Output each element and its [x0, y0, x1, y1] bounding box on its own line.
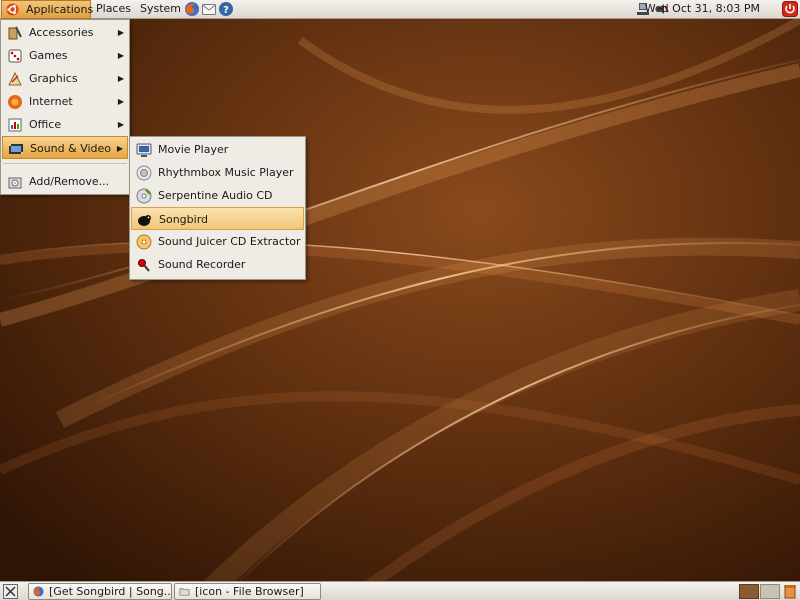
submenu-item-label: Sound Recorder — [158, 258, 246, 271]
menu-item-add-remove[interactable]: Add/Remove... — [2, 170, 128, 193]
applications-menu-label: Applications — [26, 3, 94, 16]
submenu-item-label: Rhythmbox Music Player — [158, 166, 294, 179]
submenu-item-rhythmbox[interactable]: Rhythmbox Music Player — [131, 161, 304, 184]
menu-item-games[interactable]: Games ▶ — [2, 44, 128, 67]
firefox-launcher-icon[interactable] — [184, 1, 200, 17]
system-menu[interactable]: System — [140, 0, 181, 19]
submenu-item-sound-juicer[interactable]: Sound Juicer CD Extractor — [131, 230, 304, 253]
cd-creator-icon — [136, 188, 152, 204]
cd-extractor-icon — [136, 234, 152, 250]
submenu-item-label: Songbird — [159, 213, 209, 226]
menu-item-label: Sound & Video — [30, 142, 112, 155]
submenu-item-movie-player[interactable]: Movie Player — [131, 138, 304, 161]
graphics-icon — [8, 71, 22, 86]
office-icon — [8, 118, 22, 132]
menu-item-label: Accessories — [29, 26, 94, 39]
submenu-item-songbird[interactable]: Songbird — [131, 207, 304, 230]
menu-item-label: Office — [29, 118, 62, 131]
menu-item-label: Add/Remove... — [29, 175, 110, 188]
places-menu[interactable]: Places — [96, 0, 131, 19]
submenu-item-label: Sound Juicer CD Extractor — [158, 235, 301, 248]
menu-item-office[interactable]: Office ▶ — [2, 113, 128, 136]
trash-icon[interactable] — [784, 584, 796, 599]
menu-item-graphics[interactable]: Graphics ▶ — [2, 67, 128, 90]
add-remove-icon — [8, 177, 22, 189]
taskbar-button-songbird[interactable]: [Get Songbird | Song... — [28, 583, 172, 600]
applications-menu[interactable]: Applications — [1, 0, 94, 19]
ubuntu-logo-icon — [6, 3, 19, 16]
submenu-item-serpentine[interactable]: Serpentine Audio CD Creator — [131, 184, 304, 225]
submenu-arrow-icon: ▶ — [117, 28, 124, 37]
firefox-icon — [33, 586, 44, 597]
rhythmbox-icon — [136, 165, 152, 181]
folder-icon — [179, 588, 190, 596]
svg-text:?: ? — [223, 5, 229, 16]
top-panel: Applications Places System ? Wed Oct 31,… — [0, 0, 800, 19]
workspace-1[interactable] — [739, 584, 759, 599]
sound-video-submenu: Movie Player Rhythmbox Music Player Serp… — [129, 136, 306, 280]
games-icon — [8, 49, 22, 63]
bottom-panel: [Get Songbird | Song... [icon - File Bro… — [0, 581, 800, 600]
submenu-arrow-icon: ▶ — [117, 51, 124, 60]
menu-item-internet[interactable]: Internet ▶ — [2, 90, 128, 113]
menu-item-label: Graphics — [29, 72, 78, 85]
songbird-icon — [138, 215, 153, 226]
taskbar-button-file-browser[interactable]: [icon - File Browser] — [174, 583, 321, 600]
menu-separator — [3, 163, 127, 164]
submenu-arrow-icon: ▶ — [117, 74, 124, 83]
microphone-icon — [138, 259, 150, 272]
submenu-arrow-icon: ▶ — [117, 97, 124, 106]
menu-item-accessories[interactable]: Accessories ▶ — [2, 21, 128, 44]
clock[interactable]: Wed Oct 31, 8:03 PM — [645, 0, 760, 18]
internet-icon — [8, 95, 22, 109]
workspace-2[interactable] — [760, 584, 780, 599]
mail-launcher-icon[interactable] — [201, 1, 217, 17]
submenu-arrow-icon: ▶ — [117, 120, 124, 129]
show-desktop-icon[interactable] — [3, 584, 18, 599]
movie-player-icon — [136, 143, 152, 157]
submenu-item-sound-recorder[interactable]: Sound Recorder — [131, 253, 304, 276]
taskbar-button-label: [Get Songbird | Song... — [49, 585, 172, 598]
applications-dropdown: Accessories ▶ Games ▶ Graphics ▶ Interne… — [0, 19, 130, 195]
menu-item-label: Internet — [29, 95, 73, 108]
menu-item-sound-video[interactable]: Sound & Video ▶ — [2, 136, 128, 159]
accessories-icon — [8, 26, 22, 40]
sound-video-icon — [9, 144, 23, 154]
menu-item-label: Games — [29, 49, 68, 62]
submenu-arrow-icon: ▶ — [116, 144, 123, 153]
help-launcher-icon[interactable]: ? — [218, 1, 234, 17]
taskbar-button-label: [icon - File Browser] — [195, 585, 304, 598]
power-button-icon[interactable] — [782, 1, 798, 17]
submenu-item-label: Movie Player — [158, 143, 229, 156]
